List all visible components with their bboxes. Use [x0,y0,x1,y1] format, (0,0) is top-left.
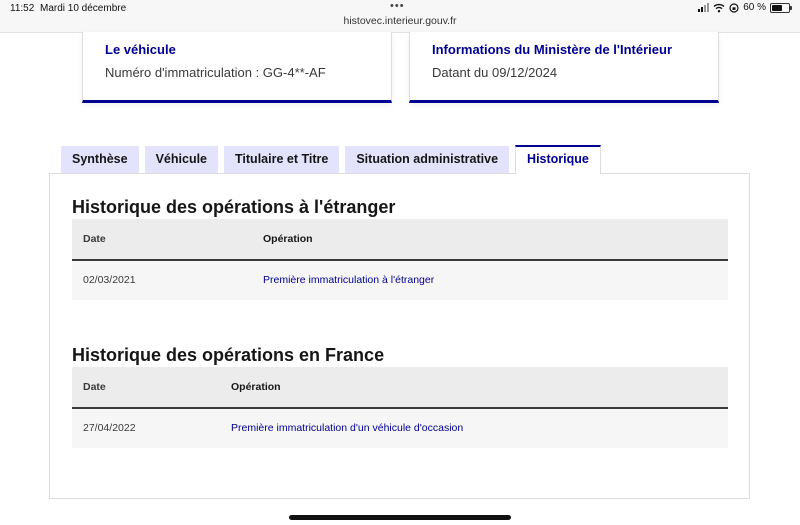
rotation-lock-icon [729,2,739,13]
column-header-operation: Opération [263,233,313,245]
address-bar-url[interactable]: histovec.interieur.gouv.fr [0,15,800,27]
row-date: 27/04/2022 [83,422,136,434]
wifi-icon [713,3,725,12]
tab-situation-administrative[interactable]: Situation administrative [345,146,510,173]
ministry-card-title: Informations du Ministère de l'Intérieur [432,42,673,57]
status-time: 11:52 [10,3,35,14]
section-title-etranger: Historique des opérations à l'étranger [72,197,396,217]
column-header-date: Date [83,381,106,393]
home-indicator[interactable] [289,515,511,520]
status-bar: 11:52 Mardi 10 décembre ••• histovec.int… [0,0,800,33]
table-operations-etranger: Date Opération 02/03/2021 Première immat… [72,219,728,300]
tab-vehicule[interactable]: Véhicule [144,146,219,173]
row-operation: Première immatriculation à l'étranger [263,274,435,286]
registration-number: Numéro d'immatriculation : GG-4**-AF [105,65,326,80]
vehicle-card: Le véhicule Numéro d'immatriculation : G… [82,32,392,103]
row-operation: Première immatriculation d'un véhicule d… [231,422,464,434]
column-header-date: Date [83,233,106,245]
section-title-france: Historique des opérations en France [72,345,385,365]
browser-menu-dots[interactable]: ••• [390,0,405,12]
tab-synthese[interactable]: Synthèse [61,146,139,173]
status-indicators: 60 % [698,2,792,13]
tab-titulaire-et-titre[interactable]: Titulaire et Titre [224,146,340,173]
cellular-signal-icon [698,3,710,12]
info-date: Datant du 09/12/2024 [432,65,558,80]
table-header: Date Opération [72,219,728,261]
tab-list: Synthèse Véhicule Titulaire et Titre Sit… [61,145,601,174]
ministry-info-card: Informations du Ministère de l'Intérieur… [409,32,719,103]
table-operations-france: Date Opération 27/04/2022 Première immat… [72,367,728,448]
table-row: 27/04/2022 Première immatriculation d'un… [72,409,728,448]
table-header: Date Opération [72,367,728,409]
battery-icon [770,2,792,13]
column-header-operation: Opération [231,381,281,393]
tab-historique[interactable]: Historique [515,145,601,174]
vehicle-card-title: Le véhicule [105,42,176,57]
row-date: 02/03/2021 [83,274,136,286]
status-date: Mardi 10 décembre [40,3,127,14]
table-row: 02/03/2021 Première immatriculation à l'… [72,261,728,300]
battery-percentage: 60 % [743,2,766,13]
